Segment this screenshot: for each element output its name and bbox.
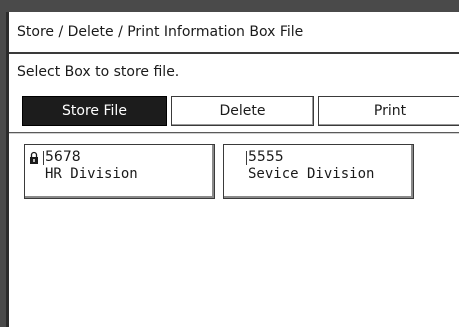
title-bar: Store / Delete / Print Information Box F…	[9, 12, 459, 54]
box-button-5555[interactable]: 5555 Sevice Division	[223, 144, 414, 199]
box-number: 5678	[45, 149, 81, 165]
box-number-separator	[246, 151, 247, 165]
box-name: HR Division	[45, 166, 138, 182]
print-button[interactable]: Print	[318, 96, 459, 126]
store-file-button[interactable]: Store File	[22, 96, 167, 126]
main-panel: Store / Delete / Print Information Box F…	[6, 12, 459, 327]
lock-icon	[30, 151, 38, 164]
box-number-separator	[43, 151, 44, 165]
box-name: Sevice Division	[248, 166, 375, 182]
message-bar: Select Box to store file.	[9, 54, 459, 88]
section-divider	[9, 132, 459, 134]
screen-background: Store / Delete / Print Information Box F…	[0, 0, 459, 327]
box-button-5678[interactable]: 5678 HR Division	[24, 144, 215, 199]
page-title: Store / Delete / Print Information Box F…	[17, 24, 304, 40]
instruction-message: Select Box to store file.	[17, 64, 180, 80]
box-number: 5555	[248, 149, 284, 165]
delete-button[interactable]: Delete	[171, 96, 314, 126]
